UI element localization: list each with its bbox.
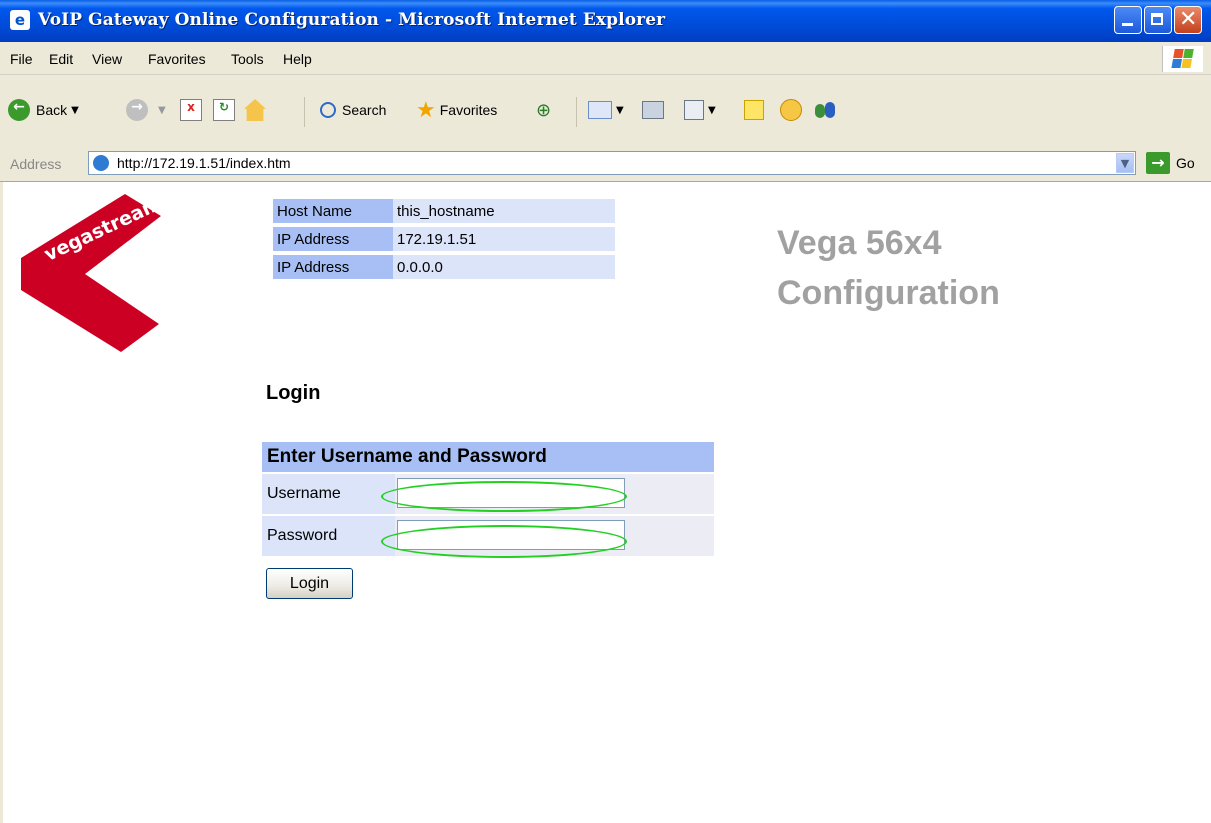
favorites-label: Favorites xyxy=(439,102,498,118)
toolbar-separator xyxy=(576,97,577,127)
forward-button[interactable]: → ▼ xyxy=(126,97,166,123)
back-dropdown-icon[interactable]: ▼ xyxy=(71,105,79,116)
menu-file[interactable]: File xyxy=(10,51,33,67)
ip-address-value: 0.0.0.0 xyxy=(393,255,615,279)
username-input[interactable] xyxy=(396,478,625,508)
refresh-button[interactable]: ↻ xyxy=(213,97,235,123)
page-title-line2: Configuration xyxy=(777,274,1000,312)
stop-button[interactable]: x xyxy=(180,97,202,123)
address-dropdown-icon[interactable]: ▼ xyxy=(1116,153,1134,173)
print-icon xyxy=(642,101,664,119)
ip-address-label: IP Address xyxy=(273,255,393,279)
login-heading: Login xyxy=(266,382,321,404)
history-icon: ⊕ xyxy=(536,99,552,120)
stop-icon: x xyxy=(180,99,202,121)
ip-address-label: IP Address xyxy=(273,227,393,251)
history-button[interactable]: ⊕ xyxy=(536,97,551,123)
mail-dropdown-icon[interactable]: ▼ xyxy=(616,105,624,116)
password-input[interactable] xyxy=(396,520,625,550)
vegastream-logo: vegastream xyxy=(21,192,181,354)
messenger-button[interactable] xyxy=(780,97,802,123)
username-cell xyxy=(394,474,714,514)
page-content: vegastream Host Name this_hostname IP Ad… xyxy=(0,182,1211,823)
table-row: IP Address 172.19.1.51 xyxy=(273,227,615,251)
edit-button[interactable]: ▼ xyxy=(684,97,716,123)
minimize-icon xyxy=(1122,23,1133,26)
mail-button[interactable]: ▼ xyxy=(588,97,624,123)
password-label: Password xyxy=(262,516,395,556)
refresh-icon: ↻ xyxy=(213,99,235,121)
menu-bar: File Edit View Favorites Tools Help xyxy=(0,42,1211,75)
edit-dropdown-icon[interactable]: ▼ xyxy=(708,105,716,116)
window-title: VoIP Gateway Online Configuration - Micr… xyxy=(38,10,666,30)
messenger-icon xyxy=(780,99,802,121)
login-form: Enter Username and Password Username Pas… xyxy=(262,440,714,558)
address-input[interactable]: http://172.19.1.51/index.htm ▼ xyxy=(88,151,1136,175)
go-arrow-icon: → xyxy=(1146,152,1170,174)
toolbar: ← Back ▼ → ▼ x ↻ Search ★ Favorites ⊕ ▼ … xyxy=(0,75,1211,146)
table-row: Host Name this_hostname xyxy=(273,199,615,223)
favorites-star-icon: ★ xyxy=(416,97,436,122)
menu-help[interactable]: Help xyxy=(283,51,312,67)
host-name-value: this_hostname xyxy=(393,199,615,223)
page-icon xyxy=(93,155,109,171)
search-label: Search xyxy=(342,102,387,118)
notes-button[interactable] xyxy=(744,97,764,123)
forward-dropdown-icon[interactable]: ▼ xyxy=(158,105,166,116)
mail-icon xyxy=(588,101,612,119)
menu-view[interactable]: View xyxy=(92,51,122,67)
menu-edit[interactable]: Edit xyxy=(49,51,73,67)
device-info-table: Host Name this_hostname IP Address 172.1… xyxy=(273,195,615,283)
favorites-button[interactable]: ★ Favorites xyxy=(416,97,497,123)
contacts-icon xyxy=(815,100,837,120)
toolbar-separator xyxy=(304,97,305,127)
close-icon: ✕ xyxy=(1179,7,1198,32)
contacts-button[interactable] xyxy=(815,97,837,123)
print-button[interactable] xyxy=(642,97,664,123)
table-row: IP Address 0.0.0.0 xyxy=(273,255,615,279)
windows-flag-icon xyxy=(1171,49,1195,69)
table-row: Username xyxy=(262,474,714,514)
address-url[interactable]: http://172.19.1.51/index.htm xyxy=(117,155,291,171)
notes-icon xyxy=(744,100,764,120)
page-title-line1: Vega 56x4 xyxy=(777,224,942,262)
back-button[interactable]: ← Back ▼ xyxy=(8,97,79,123)
windows-logo xyxy=(1162,46,1203,72)
maximize-icon xyxy=(1151,13,1163,25)
page-title: Vega 56x4 Configuration xyxy=(777,218,1000,318)
window-title-bar[interactable]: e VoIP Gateway Online Configuration - Mi… xyxy=(0,0,1211,42)
menu-favorites[interactable]: Favorites xyxy=(148,51,206,67)
ie-icon: e xyxy=(10,10,30,30)
home-icon xyxy=(244,99,266,121)
password-cell xyxy=(394,516,714,556)
username-label: Username xyxy=(262,474,395,514)
address-label: Address xyxy=(10,156,62,172)
menu-tools[interactable]: Tools xyxy=(231,51,264,67)
maximize-button[interactable] xyxy=(1144,6,1172,34)
go-label: Go xyxy=(1176,155,1195,171)
minimize-button[interactable] xyxy=(1114,6,1142,34)
ip-address-value: 172.19.1.51 xyxy=(393,227,615,251)
go-button[interactable]: → Go xyxy=(1146,151,1195,175)
home-button[interactable] xyxy=(244,97,266,123)
login-button[interactable]: Login xyxy=(266,568,353,599)
host-name-label: Host Name xyxy=(273,199,393,223)
edit-icon xyxy=(684,100,704,120)
search-icon xyxy=(320,102,336,118)
back-label: Back xyxy=(36,102,68,118)
form-header: Enter Username and Password xyxy=(262,442,714,472)
table-row: Password xyxy=(262,516,714,556)
forward-arrow-icon: → xyxy=(126,99,148,121)
close-button[interactable]: ✕ xyxy=(1174,6,1202,34)
address-bar: Address http://172.19.1.51/index.htm ▼ →… xyxy=(0,145,1211,182)
back-arrow-icon: ← xyxy=(8,99,30,121)
search-button[interactable]: Search xyxy=(320,97,386,123)
